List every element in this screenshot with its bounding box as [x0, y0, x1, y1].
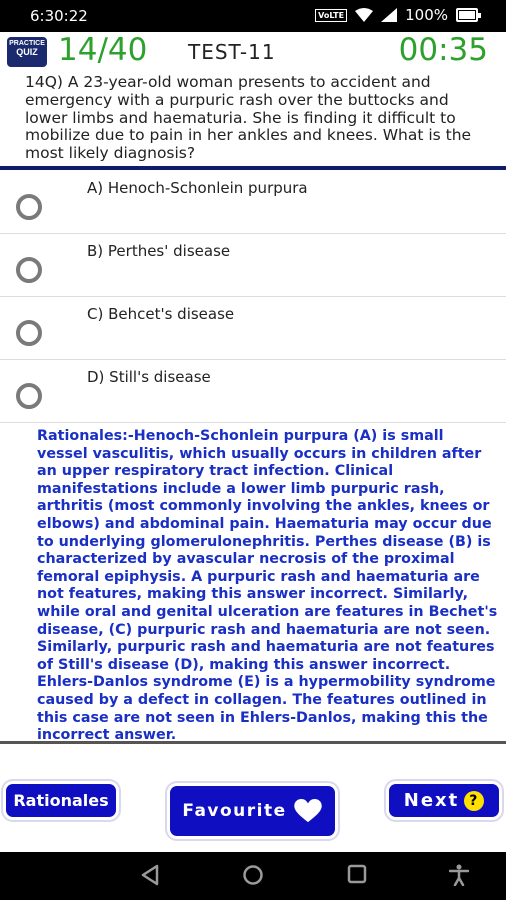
logo-main-text: QUIZ: [16, 47, 38, 57]
system-nav-bar: [0, 852, 506, 900]
accessibility-icon[interactable]: [449, 864, 469, 886]
status-right: VoLTE 100%: [315, 6, 481, 24]
app-logo: PRACTICE QUIZ: [7, 37, 47, 67]
quiz-header: PRACTICE QUIZ 14/40 TEST-11 00:35: [0, 32, 506, 70]
recents-square-icon[interactable]: [347, 864, 367, 884]
heart-icon: [293, 799, 322, 823]
question-text: 14Q) A 23-year-old woman presents to acc…: [25, 73, 472, 163]
battery-fill: [459, 11, 475, 19]
radio-icon[interactable]: [16, 383, 42, 409]
home-circle-icon[interactable]: [242, 864, 264, 886]
status-time: 6:30:22: [30, 7, 88, 25]
next-button-label: Next: [403, 790, 460, 811]
option-a[interactable]: A) Henoch-Schonlein purpura: [0, 172, 506, 234]
question-divider: [0, 166, 506, 170]
status-bar: 6:30:22 VoLTE 100%: [0, 0, 506, 32]
option-label: D) Still's disease: [87, 368, 211, 386]
option-d[interactable]: D) Still's disease: [0, 361, 506, 423]
option-label: C) Behcet's disease: [87, 305, 235, 323]
wifi-icon: [355, 8, 374, 22]
test-name: TEST-11: [188, 40, 276, 64]
back-triangle-icon[interactable]: [140, 864, 160, 886]
volte-icon: VoLTE: [315, 8, 348, 22]
favourite-button[interactable]: Favourite: [170, 786, 335, 836]
radio-icon[interactable]: [16, 194, 42, 220]
option-label: A) Henoch-Schonlein purpura: [87, 179, 308, 197]
signal-icon: [381, 8, 398, 22]
option-c[interactable]: C) Behcet's disease: [0, 298, 506, 360]
rationale-text: Rationales:-Henoch-Schonlein purpura (A)…: [37, 428, 498, 740]
bottom-divider: [0, 741, 506, 744]
question-counter: 14/40: [58, 32, 148, 68]
radio-icon[interactable]: [16, 320, 42, 346]
countdown-timer: 00:35: [398, 32, 488, 68]
question-mark-icon: ?: [464, 790, 485, 811]
rationales-button[interactable]: Rationales: [6, 784, 116, 817]
favourite-button-label: Favourite: [182, 801, 287, 821]
option-label: B) Perthes' disease: [87, 242, 231, 260]
option-b[interactable]: B) Perthes' disease: [0, 235, 506, 297]
radio-icon[interactable]: [16, 257, 42, 283]
battery-percent: 100%: [405, 6, 448, 24]
next-button[interactable]: Next ?: [389, 784, 499, 817]
rationales-button-label: Rationales: [13, 791, 109, 810]
battery-icon: [456, 8, 481, 22]
